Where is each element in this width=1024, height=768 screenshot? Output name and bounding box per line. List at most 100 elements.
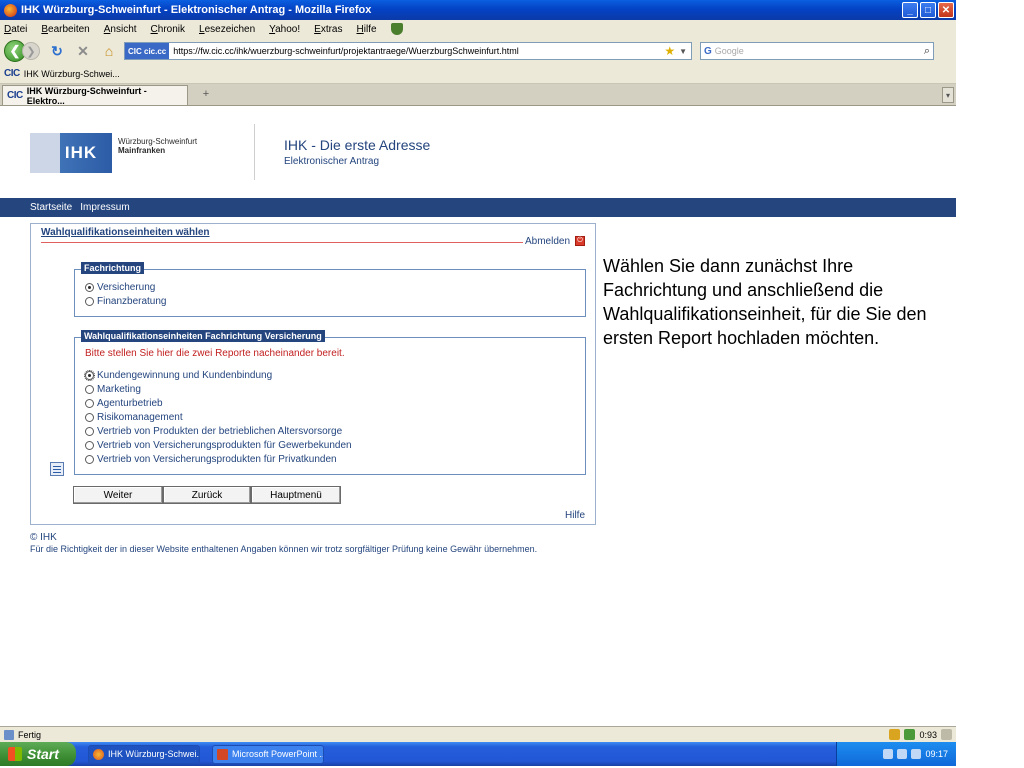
menu-extras[interactable]: Extras <box>314 24 342 35</box>
next-button[interactable]: Weiter <box>73 486 163 504</box>
google-icon[interactable]: G <box>701 46 715 57</box>
tab-list-icon[interactable]: ▾ <box>942 87 954 103</box>
tab-ihk[interactable]: CIC IHK Würzburg-Schweinfurt - Elektro..… <box>2 85 188 106</box>
radio-versicherung[interactable]: Versicherung <box>85 282 155 293</box>
page-title: IHK - Die erste Adresse <box>284 137 431 153</box>
ihk-logo[interactable]: IHK <box>30 133 112 173</box>
page-subtitle: Elektronischer Antrag <box>284 156 380 167</box>
list-icon[interactable] <box>50 462 64 476</box>
unit-radio-button[interactable] <box>85 455 94 464</box>
unit-radio-button[interactable] <box>85 399 94 408</box>
start-button[interactable]: Start <box>0 742 76 766</box>
unit-option[interactable]: Vertrieb von Versicherungsprodukten für … <box>85 454 337 465</box>
navigation-toolbar: ❮ ❯ ↻ ✕ ⌂ CIC cic.cc https://fw.cic.cc/i… <box>0 38 956 64</box>
bookmark-star-icon[interactable]: ★ <box>664 44 675 58</box>
powerpoint-icon <box>217 748 228 760</box>
unit-radio-button[interactable] <box>85 441 94 450</box>
main-menu-button[interactable]: Hauptmenü <box>251 486 341 504</box>
unit-option[interactable]: Vertrieb von Produkten der betrieblichen… <box>85 426 342 437</box>
fachrichtung-fieldset: Fachrichtung Versicherung Finanzberatung <box>74 262 586 317</box>
security-icon[interactable] <box>911 749 922 759</box>
radio-finanzberatung[interactable]: Finanzberatung <box>85 296 167 307</box>
window-titlebar: IHK Würzburg-Schweinfurt - Elektronische… <box>0 0 956 20</box>
menu-chronik[interactable]: Chronik <box>151 24 185 35</box>
unit-radio-button[interactable] <box>85 413 94 422</box>
units-legend: Wahlqualifikationseinheiten Fachrichtung… <box>81 330 325 342</box>
menu-bar: Datei Bearbeiten Ansicht Chronik Lesezei… <box>0 20 956 38</box>
selection-form: Wahlqualifikationseinheiten wählen Abmel… <box>30 223 596 525</box>
page-icon <box>4 729 14 740</box>
window-controls: _ □ ✕ <box>902 2 954 18</box>
status-text: Fertig <box>18 729 42 740</box>
units-fieldset: Wahlqualifikationseinheiten Fachrichtung… <box>74 330 586 475</box>
search-icon[interactable]: ⌕ <box>924 45 930 58</box>
menu-hilfe[interactable]: Hilfe <box>356 24 376 35</box>
forward-button[interactable]: ❯ <box>22 42 40 60</box>
help-link[interactable]: Hilfe <box>565 510 585 521</box>
search-input[interactable]: G Google ⌕ <box>700 42 934 60</box>
tab-strip: CIC IHK Würzburg-Schweinfurt - Elektro..… <box>0 84 956 106</box>
unit-option[interactable]: Vertrieb von Versicherungsprodukten für … <box>85 440 352 451</box>
menu-bearbeiten[interactable]: Bearbeiten <box>41 24 89 35</box>
unit-radio-button[interactable] <box>84 370 95 381</box>
radio-versicherung-button[interactable] <box>85 283 94 292</box>
close-button[interactable]: ✕ <box>938 2 954 18</box>
copyright: © IHK <box>30 532 57 543</box>
site-identity-badge[interactable]: CIC cic.cc <box>125 43 170 59</box>
menu-datei[interactable]: Datei <box>4 24 27 35</box>
lock-icon[interactable] <box>889 729 901 740</box>
url-text[interactable]: https://fw.cic.cc/ihk/wuerzburg-schweinf… <box>169 46 664 56</box>
bookmarks-toolbar: CIC IHK Würzburg-Schwei... <box>0 64 956 84</box>
status-counter: 0:93 <box>919 729 937 740</box>
header-divider <box>254 124 255 180</box>
units-hint: Bitte stellen Sie hier die zwei Reporte … <box>85 348 345 359</box>
status-icons: 0:93 <box>889 729 956 740</box>
form-title: Wahlqualifikationseinheiten wählen <box>41 227 210 238</box>
tab-label: IHK Würzburg-Schweinfurt - Elektro... <box>26 85 147 106</box>
org-name: Würzburg-Schweinfurt Mainfranken <box>118 137 198 155</box>
new-tab-icon[interactable]: + <box>194 86 218 102</box>
unit-option[interactable]: Risikomanagement <box>85 412 183 423</box>
menu-lesezeichen[interactable]: Lesezeichen <box>199 24 255 35</box>
address-bar[interactable]: CIC cic.cc https://fw.cic.cc/ihk/wuerzbu… <box>124 42 692 60</box>
minimize-button[interactable]: _ <box>902 2 918 18</box>
menu-yahoo[interactable]: Yahoo! <box>269 24 300 35</box>
screen: IHK Würzburg-Schweinfurt - Elektronische… <box>0 0 956 768</box>
nav-link-startseite[interactable]: Startseite <box>30 202 72 213</box>
firefox-icon <box>4 3 17 17</box>
firefox-icon <box>93 748 104 760</box>
bookmark-item[interactable]: IHK Würzburg-Schwei... <box>24 69 120 79</box>
cic-logo: CIC <box>4 68 20 79</box>
nav-link-impressum[interactable]: Impressum <box>80 202 129 213</box>
back-button-form[interactable]: Zurück <box>163 486 251 504</box>
volume-icon[interactable] <box>897 749 908 759</box>
unit-radio-button[interactable] <box>85 385 94 394</box>
network-icon[interactable] <box>883 749 894 759</box>
chevron-down-icon[interactable]: ▼ <box>679 47 687 56</box>
taskbar-item-firefox[interactable]: IHK Würzburg-Schwei... <box>88 744 200 764</box>
unit-option[interactable]: Kundengewinnung und Kundenbindung <box>84 370 272 381</box>
radio-finanzberatung-button[interactable] <box>85 297 94 306</box>
fachrichtung-legend: Fachrichtung <box>81 262 145 274</box>
taskbar-item-powerpoint[interactable]: Microsoft PowerPoint ... <box>212 744 324 764</box>
clock[interactable]: 09:17 <box>925 749 948 759</box>
windows-taskbar: Start IHK Würzburg-Schwei... Microsoft P… <box>0 742 956 766</box>
logout-icon[interactable]: ⏻ <box>575 236 585 246</box>
shield-icon[interactable] <box>390 23 403 35</box>
maximize-button[interactable]: □ <box>920 2 936 18</box>
logout-link[interactable]: Abmelden <box>525 236 570 247</box>
unit-option[interactable]: Agenturbetrieb <box>85 398 163 409</box>
addon-icon[interactable] <box>904 729 916 740</box>
reload-icon[interactable]: ↻ <box>48 42 66 60</box>
unit-option[interactable]: Marketing <box>85 384 141 395</box>
web-page: IHK Würzburg-Schweinfurt Mainfranken IHK… <box>0 106 956 726</box>
stop-icon[interactable]: ✕ <box>74 42 92 60</box>
resize-grip-icon[interactable] <box>941 729 952 740</box>
search-placeholder: Google <box>714 46 744 56</box>
menu-ansicht[interactable]: Ansicht <box>104 24 137 35</box>
status-bar: Fertig 0:93 <box>0 726 956 742</box>
home-icon[interactable]: ⌂ <box>100 42 118 60</box>
top-navigation: Startseite Impressum <box>0 198 956 217</box>
instruction-note: Wählen Sie dann zunächst Ihre Fachrichtu… <box>603 256 927 348</box>
unit-radio-button[interactable] <box>85 427 94 436</box>
